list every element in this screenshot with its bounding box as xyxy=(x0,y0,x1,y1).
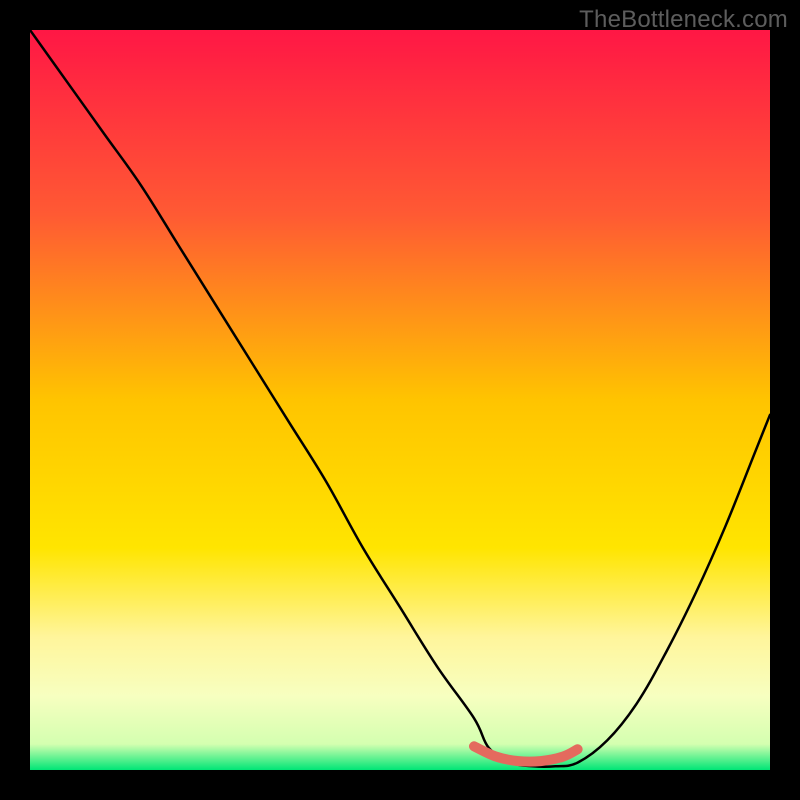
watermark-text: TheBottleneck.com xyxy=(579,6,788,34)
chart-svg xyxy=(30,30,770,770)
chart-plot xyxy=(30,30,770,770)
chart-background xyxy=(30,30,770,770)
chart-frame: TheBottleneck.com xyxy=(0,0,800,800)
